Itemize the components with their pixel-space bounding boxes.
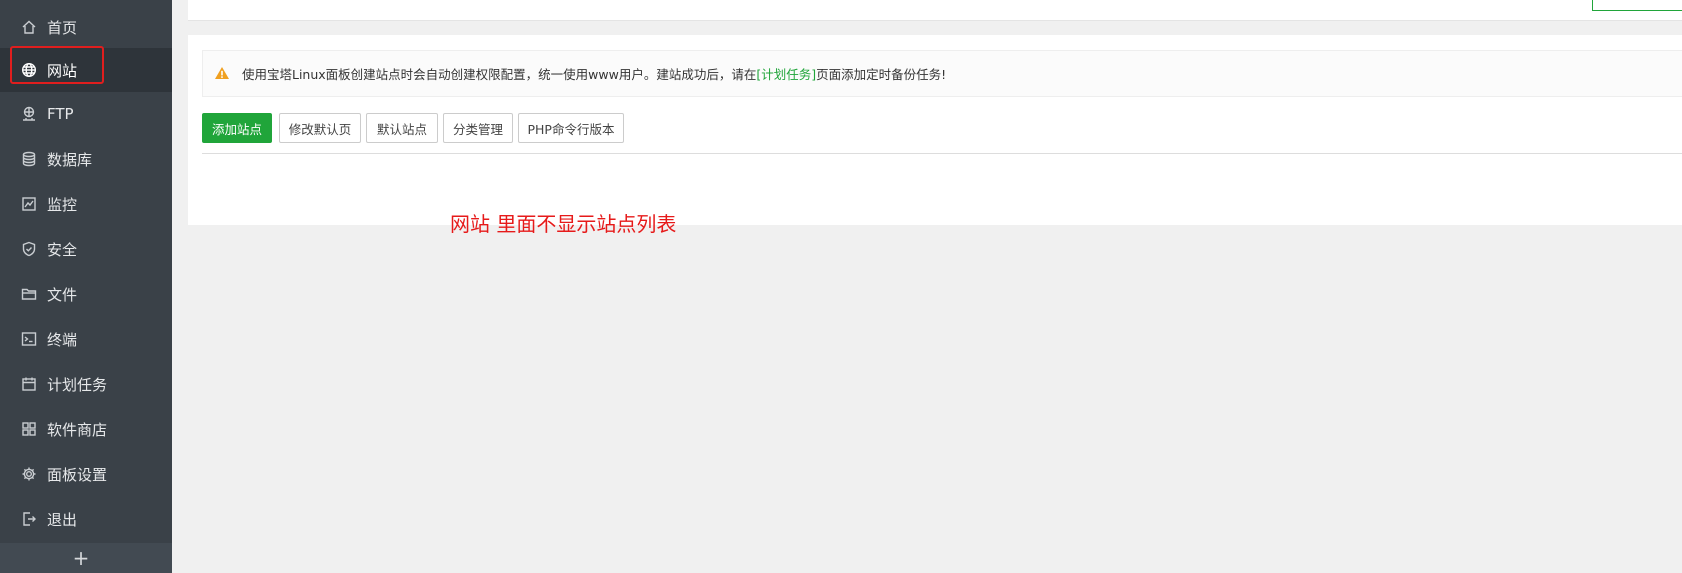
sidebar-item-database[interactable]: 数据库 bbox=[0, 137, 172, 181]
sidebar-item-security[interactable]: 安全 bbox=[0, 227, 172, 271]
table-divider bbox=[202, 153, 1682, 154]
shield-icon bbox=[20, 240, 38, 258]
modify-default-page-button[interactable]: 修改默认页 bbox=[279, 113, 361, 143]
sidebar-item-label: 终端 bbox=[47, 330, 78, 349]
folder-icon bbox=[20, 285, 38, 303]
top-panel bbox=[188, 0, 1682, 21]
top-right-button[interactable] bbox=[1592, 0, 1682, 11]
terminal-icon bbox=[20, 330, 38, 348]
sidebar-item-label: 退出 bbox=[47, 510, 78, 529]
notice-bar: 使用宝塔Linux面板创建站点时会自动创建权限配置，统一使用www用户。建站成功… bbox=[202, 50, 1682, 97]
notice-text: 使用宝塔Linux面板创建站点时会自动创建权限配置，统一使用www用户。建站成功… bbox=[242, 67, 757, 82]
calendar-icon bbox=[20, 375, 38, 393]
home-icon bbox=[20, 18, 38, 36]
logout-icon bbox=[20, 510, 38, 528]
default-site-button[interactable]: 默认站点 bbox=[366, 113, 438, 143]
warning-icon bbox=[214, 66, 232, 82]
monitor-icon bbox=[20, 195, 38, 213]
sidebar-item-label: 监控 bbox=[47, 195, 78, 214]
sidebar-item-label: 安全 bbox=[47, 240, 78, 259]
sidebar-item-label: 计划任务 bbox=[47, 375, 108, 394]
add-shortcut-button[interactable]: + bbox=[72, 548, 90, 568]
main-panel: 使用宝塔Linux面板创建站点时会自动创建权限配置，统一使用www用户。建站成功… bbox=[188, 35, 1682, 225]
cron-task-link[interactable]: [计划任务] bbox=[756, 64, 816, 83]
sidebar-item-label: 软件商店 bbox=[47, 420, 108, 439]
sidebar-item-logout[interactable]: 退出 bbox=[0, 497, 172, 541]
sidebar-item-label: 数据库 bbox=[47, 150, 93, 169]
php-cli-version-button[interactable]: PHP命令行版本 bbox=[518, 113, 624, 143]
sidebar-item-website[interactable]: 网站 bbox=[0, 48, 172, 92]
category-manage-button[interactable]: 分类管理 bbox=[443, 113, 513, 143]
sidebar-item-label: 面板设置 bbox=[47, 465, 108, 484]
sidebar-item-ftp[interactable]: FTP bbox=[0, 92, 172, 136]
sidebar-item-cron[interactable]: 计划任务 bbox=[0, 362, 172, 406]
sidebar-item-label: 首页 bbox=[47, 18, 78, 37]
sidebar-item-label: 文件 bbox=[47, 285, 78, 304]
sidebar-item-app-store[interactable]: 软件商店 bbox=[0, 407, 172, 451]
sidebar: 首页 网站 FTP 数据库 监控 安全 文件 终端 计划任务 软件商店 面板设置… bbox=[0, 0, 172, 573]
ftp-icon bbox=[20, 105, 38, 123]
sidebar-item-terminal[interactable]: 终端 bbox=[0, 317, 172, 361]
sidebar-item-home[interactable]: 首页 bbox=[0, 5, 172, 49]
sidebar-item-label: 网站 bbox=[47, 61, 78, 80]
gear-icon bbox=[20, 465, 38, 483]
sidebar-item-settings[interactable]: 面板设置 bbox=[0, 452, 172, 496]
notice-text-suffix: 页面添加定时备份任务! bbox=[816, 67, 947, 82]
sidebar-item-monitor[interactable]: 监控 bbox=[0, 182, 172, 226]
globe-icon bbox=[20, 61, 38, 79]
database-icon bbox=[20, 150, 38, 168]
add-site-button[interactable]: 添加站点 bbox=[202, 113, 272, 143]
sidebar-item-label: FTP bbox=[47, 105, 74, 123]
annotation-text: 网站 里面不显示站点列表 bbox=[450, 212, 677, 236]
sidebar-item-files[interactable]: 文件 bbox=[0, 272, 172, 316]
apps-icon bbox=[20, 420, 38, 438]
